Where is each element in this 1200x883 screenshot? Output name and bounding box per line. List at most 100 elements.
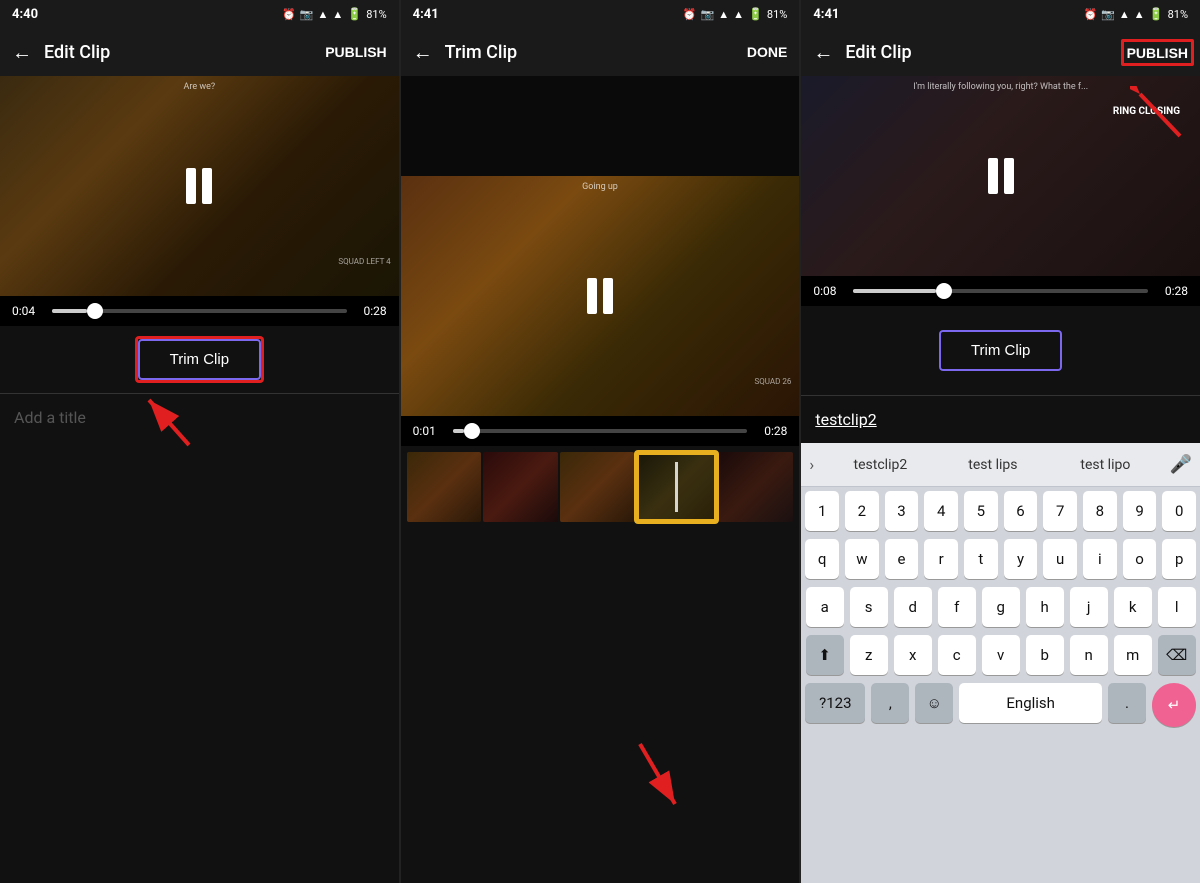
add-title-area-1[interactable]: Add a title bbox=[0, 393, 399, 441]
back-button-2[interactable]: ← bbox=[413, 40, 433, 65]
key-w[interactable]: w bbox=[845, 539, 879, 579]
key-k[interactable]: k bbox=[1114, 587, 1152, 627]
time-current-3: 0:08 bbox=[813, 284, 845, 298]
alarm-icon-2: ⏰ bbox=[683, 8, 697, 21]
scrubber-track-3[interactable] bbox=[853, 289, 1148, 293]
backspace-key-3[interactable]: ⌫ bbox=[1158, 635, 1196, 675]
key-m[interactable]: m bbox=[1114, 635, 1152, 675]
scrubber-thumb-3[interactable] bbox=[936, 283, 952, 299]
time-total-1: 0:28 bbox=[355, 304, 387, 318]
done-button-2[interactable]: DONE bbox=[747, 44, 787, 60]
back-button-1[interactable]: ← bbox=[12, 40, 32, 65]
mic-icon-3[interactable]: 🎤 bbox=[1170, 454, 1192, 475]
emoji-key-3[interactable]: ☺ bbox=[915, 683, 953, 723]
key-n[interactable]: n bbox=[1070, 635, 1108, 675]
key-h[interactable]: h bbox=[1026, 587, 1064, 627]
video-player-3[interactable]: I'm literally following you, right? What… bbox=[801, 76, 1200, 276]
key-a[interactable]: a bbox=[806, 587, 844, 627]
scrubber-thumb-1[interactable] bbox=[87, 303, 103, 319]
title-input-value-3[interactable]: testclip2 bbox=[815, 410, 876, 429]
enter-key-3[interactable]: ↵ bbox=[1152, 683, 1196, 727]
key-g[interactable]: g bbox=[982, 587, 1020, 627]
game-squad-2: SQUAD 26 bbox=[755, 377, 792, 386]
key-f[interactable]: f bbox=[938, 587, 976, 627]
alarm-icon-3: ⏰ bbox=[1083, 8, 1097, 21]
key-l[interactable]: l bbox=[1158, 587, 1196, 627]
comma-key-3[interactable]: , bbox=[871, 683, 909, 723]
thumb-5[interactable] bbox=[719, 452, 794, 522]
key-t[interactable]: t bbox=[964, 539, 998, 579]
suggestion-2[interactable]: test lips bbox=[937, 457, 1049, 473]
shift-key-3[interactable]: ⬆ bbox=[806, 635, 844, 675]
publish-button-3[interactable]: PUBLISH bbox=[1127, 45, 1188, 61]
suggestion-3[interactable]: test lipo bbox=[1049, 457, 1161, 473]
key-1[interactable]: 1 bbox=[805, 491, 839, 531]
video-player-1[interactable]: Are we? SQUAD LEFT 4 bbox=[0, 76, 399, 296]
top-bar-2: ← Trim Clip DONE bbox=[401, 28, 800, 76]
key-x[interactable]: x bbox=[894, 635, 932, 675]
key-y[interactable]: y bbox=[1004, 539, 1038, 579]
key-2[interactable]: 2 bbox=[845, 491, 879, 531]
suggestion-1[interactable]: testclip2 bbox=[824, 457, 936, 473]
key-3[interactable]: 3 bbox=[885, 491, 919, 531]
key-0[interactable]: 0 bbox=[1162, 491, 1196, 531]
scrubber-3[interactable]: 0:08 0:28 bbox=[801, 276, 1200, 306]
camera-icon-3: 📷 bbox=[1101, 8, 1115, 21]
top-bar-left-3: ← Edit Clip bbox=[813, 40, 911, 65]
thumb-4-highlighted[interactable] bbox=[636, 452, 717, 522]
thumb-2[interactable] bbox=[483, 452, 558, 522]
trim-clip-button-3[interactable]: Trim Clip bbox=[939, 330, 1062, 371]
chevron-icon-3[interactable]: › bbox=[809, 455, 814, 474]
trim-clip-button-1[interactable]: Trim Clip bbox=[138, 339, 261, 380]
video-player-2[interactable]: Going up SQUAD 26 bbox=[401, 176, 800, 416]
pause-icon-2[interactable] bbox=[587, 278, 613, 314]
scrubber-2[interactable]: 0:01 0:28 bbox=[401, 416, 800, 446]
thumb-1[interactable] bbox=[407, 452, 482, 522]
scrubber-thumb-2[interactable] bbox=[464, 423, 480, 439]
key-s[interactable]: s bbox=[850, 587, 888, 627]
pause-bar-left-1 bbox=[186, 168, 196, 204]
key-8[interactable]: 8 bbox=[1083, 491, 1117, 531]
game-squad-1: SQUAD LEFT 4 bbox=[338, 257, 390, 266]
key-v[interactable]: v bbox=[982, 635, 1020, 675]
scrubber-track-1[interactable] bbox=[52, 309, 347, 313]
key-9[interactable]: 9 bbox=[1123, 491, 1157, 531]
period-key-3[interactable]: . bbox=[1108, 683, 1146, 723]
time-current-1: 0:04 bbox=[12, 304, 44, 318]
key-r[interactable]: r bbox=[924, 539, 958, 579]
key-4[interactable]: 4 bbox=[924, 491, 958, 531]
pause-icon-3[interactable] bbox=[988, 158, 1014, 194]
key-u[interactable]: u bbox=[1043, 539, 1077, 579]
key-p[interactable]: p bbox=[1162, 539, 1196, 579]
key-z[interactable]: z bbox=[850, 635, 888, 675]
pause-bar-left-2 bbox=[587, 278, 597, 314]
bottom-row-3: ?123 , ☺ English . ↵ bbox=[801, 679, 1200, 731]
key-7[interactable]: 7 bbox=[1043, 491, 1077, 531]
key-5[interactable]: 5 bbox=[964, 491, 998, 531]
scrubber-track-2[interactable] bbox=[453, 429, 748, 433]
thumb-inner-2 bbox=[483, 452, 558, 522]
scrubber-fill-2 bbox=[453, 429, 465, 433]
pause-icon-1[interactable] bbox=[186, 168, 212, 204]
symbols-key-3[interactable]: ?123 bbox=[805, 683, 865, 723]
key-i[interactable]: i bbox=[1083, 539, 1117, 579]
key-c[interactable]: c bbox=[938, 635, 976, 675]
pause-bar-right-2 bbox=[603, 278, 613, 314]
key-j[interactable]: j bbox=[1070, 587, 1108, 627]
thumb-3[interactable] bbox=[560, 452, 635, 522]
key-b[interactable]: b bbox=[1026, 635, 1064, 675]
back-button-3[interactable]: ← bbox=[813, 40, 833, 65]
key-e[interactable]: e bbox=[885, 539, 919, 579]
battery-icon-3: 🔋 bbox=[1149, 7, 1164, 21]
time-current-2: 0:01 bbox=[413, 424, 445, 438]
add-title-placeholder-1[interactable]: Add a title bbox=[14, 408, 86, 427]
key-d[interactable]: d bbox=[894, 587, 932, 627]
top-bar-left-2: ← Trim Clip bbox=[413, 40, 518, 65]
space-key-3[interactable]: English bbox=[959, 683, 1102, 723]
title-input-area-3[interactable]: testclip2 bbox=[801, 395, 1200, 443]
key-q[interactable]: q bbox=[805, 539, 839, 579]
scrubber-1[interactable]: 0:04 0:28 bbox=[0, 296, 399, 326]
key-6[interactable]: 6 bbox=[1004, 491, 1038, 531]
key-o[interactable]: o bbox=[1123, 539, 1157, 579]
publish-button-1[interactable]: PUBLISH bbox=[325, 44, 386, 60]
